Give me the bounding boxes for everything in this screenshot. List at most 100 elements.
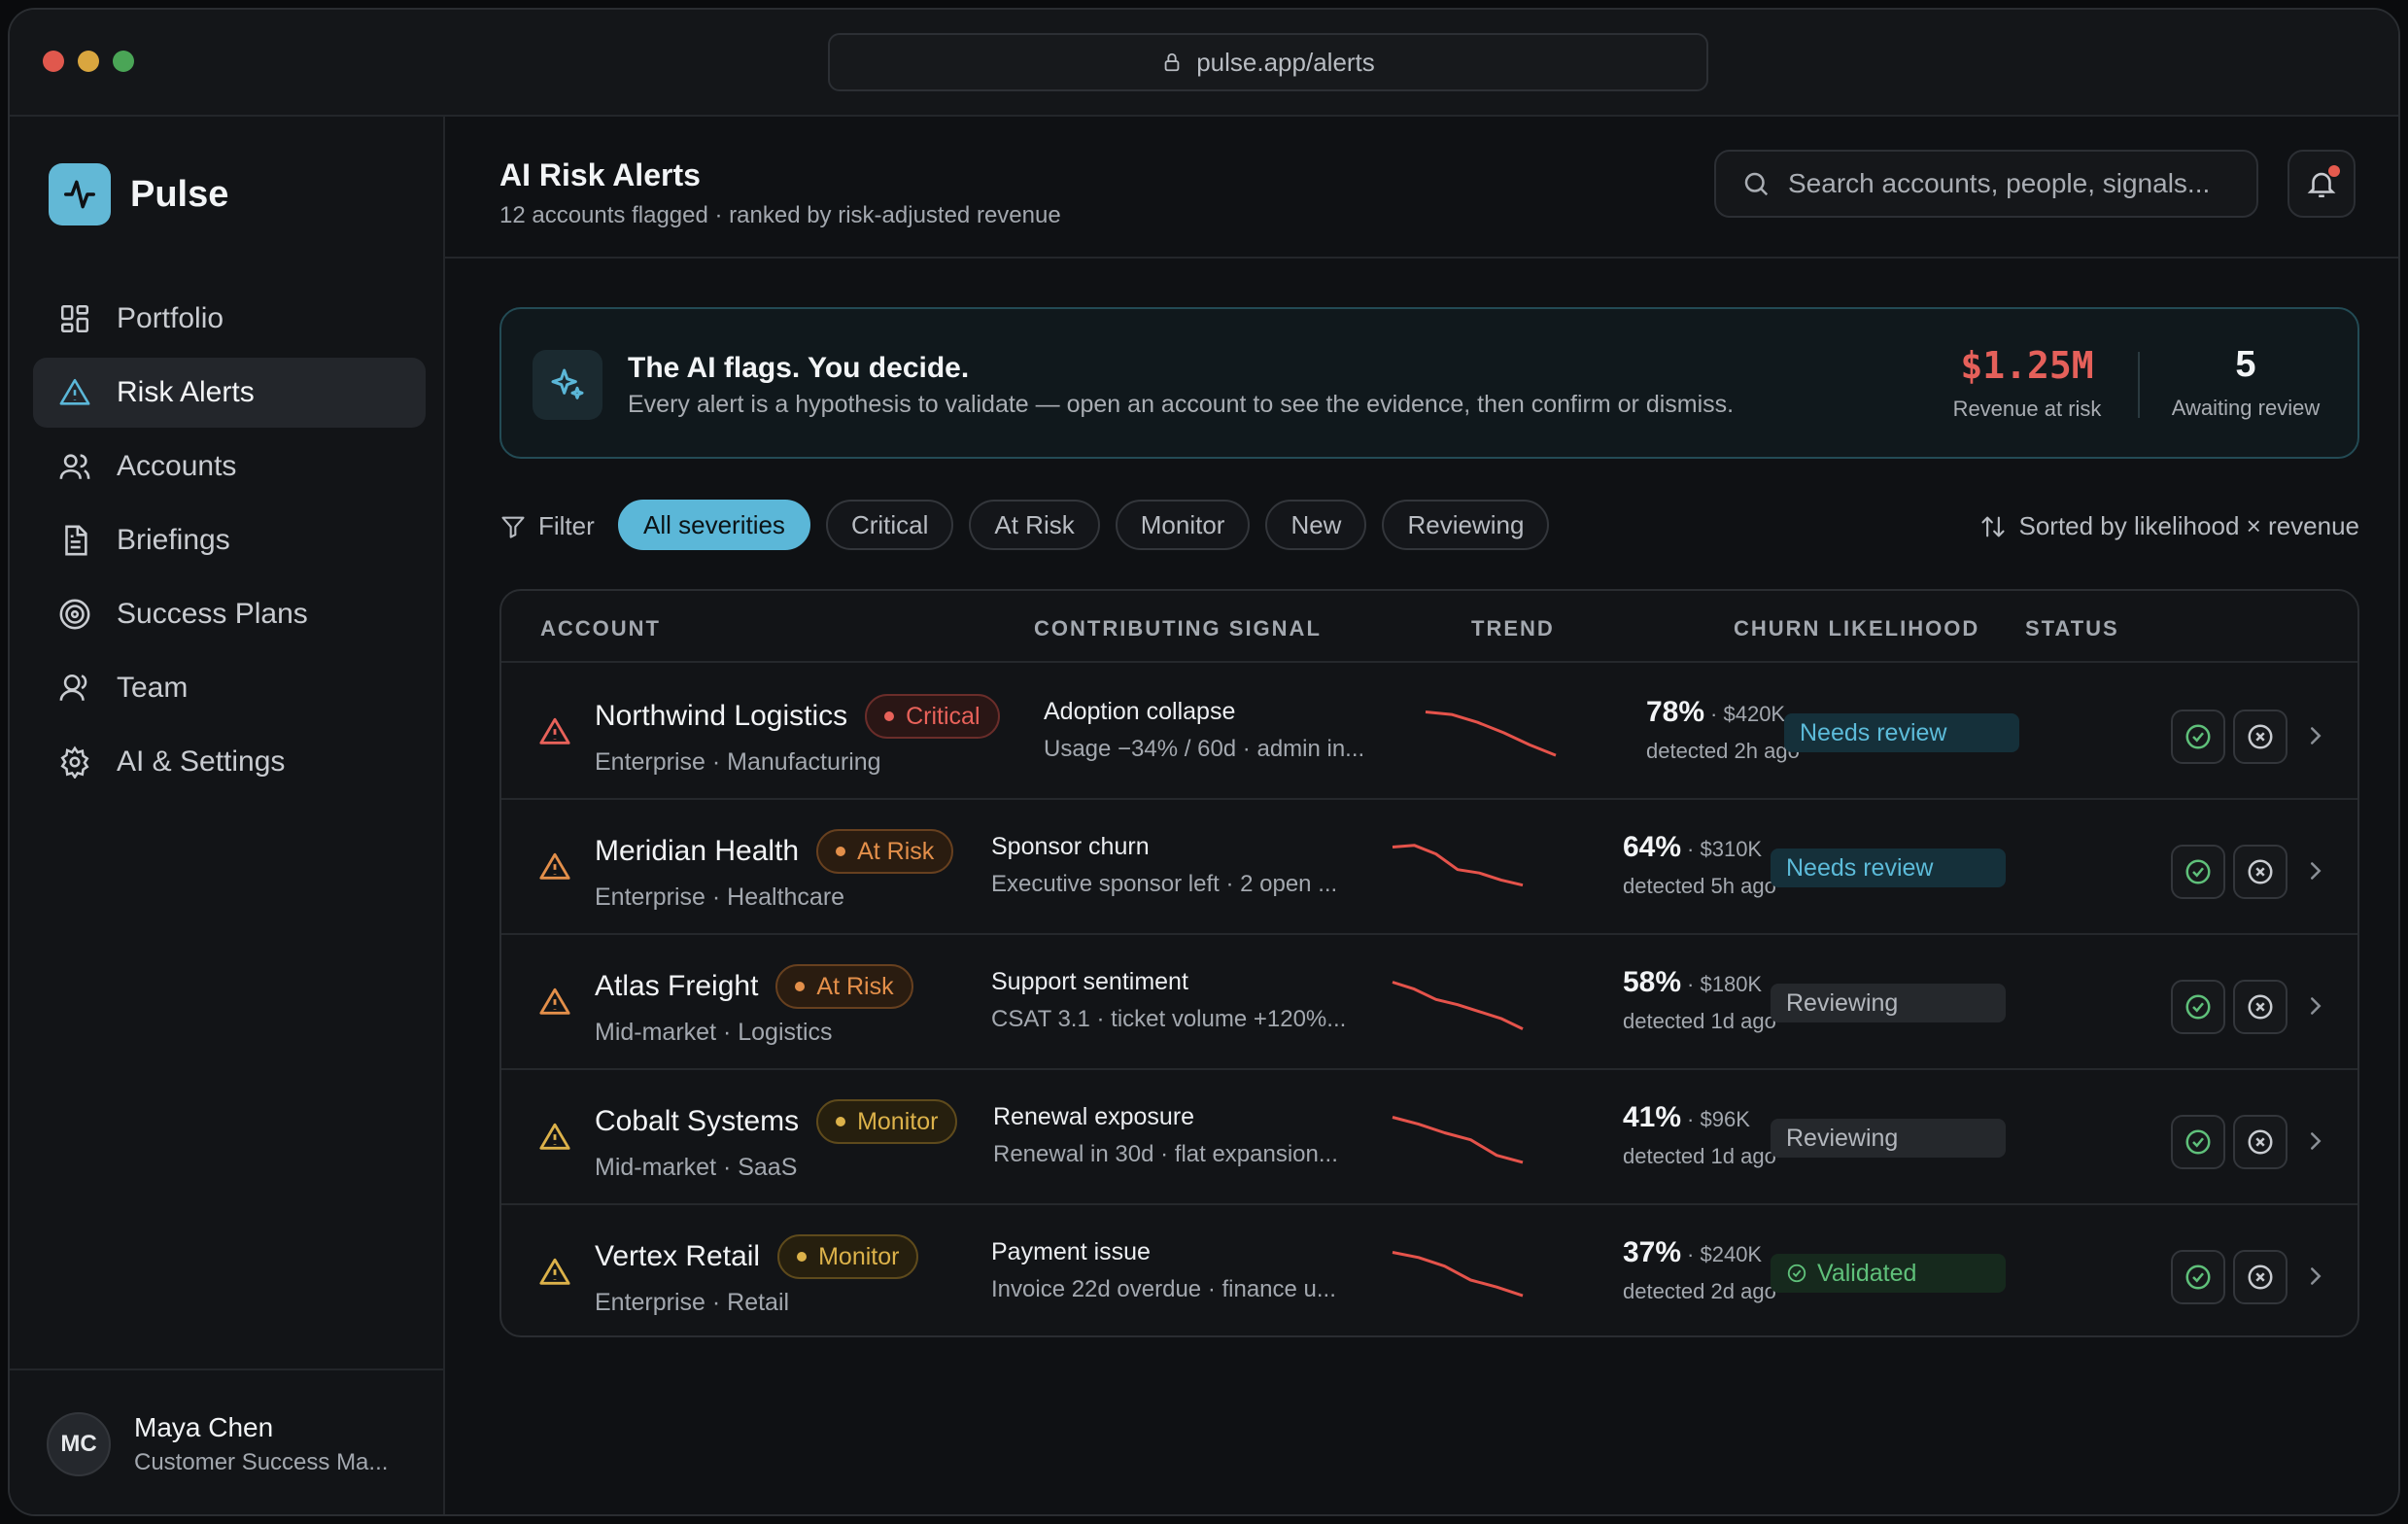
sidebar-item-success-plans[interactable]: Success Plans <box>33 579 426 649</box>
status-label: Needs review <box>1786 853 1934 882</box>
sidebar-item-briefings[interactable]: Briefings <box>33 505 426 575</box>
account-name[interactable]: Northwind Logistics <box>595 700 847 733</box>
trend-sparkline <box>1425 710 1557 757</box>
churn-percent: 58% <box>1623 966 1682 998</box>
sidebar-item-team[interactable]: Team <box>33 653 426 723</box>
filter-button[interactable]: Filter <box>499 511 595 541</box>
severity-dot <box>797 1252 808 1262</box>
account-name[interactable]: Vertex Retail <box>595 1240 760 1273</box>
trend-line <box>1392 981 1524 1030</box>
table-row[interactable]: Northwind Logistics Critical Enterprise … <box>501 665 2357 800</box>
chevron-right-icon[interactable] <box>2301 1262 2330 1291</box>
account-meta: Mid-market · SaaS <box>595 1154 798 1181</box>
signal-description: Renewal in 30d · flat expansion... <box>993 1141 1338 1167</box>
churn-percent: 64% <box>1623 831 1682 863</box>
severity-badge: Monitor <box>816 1099 958 1144</box>
revenue-amount: · $240K <box>1687 1242 1763 1266</box>
page-header: AI Risk Alerts 12 accounts flagged · ran… <box>445 117 2398 259</box>
sidebar-item-label: Accounts <box>117 450 237 482</box>
chevron-right-icon[interactable] <box>2301 991 2330 1021</box>
brand-name: Pulse <box>130 173 229 215</box>
address-bar[interactable]: pulse.app/alerts <box>828 33 1708 91</box>
signal-title: Adoption collapse <box>1044 698 1236 725</box>
account-name[interactable]: Meridian Health <box>595 835 799 868</box>
dismiss-button[interactable] <box>2233 980 2288 1034</box>
sidebar-item-ai-settings[interactable]: AI & Settings <box>33 727 426 797</box>
table-row[interactable]: Cobalt Systems Monitor Mid-market · SaaS… <box>501 1070 2357 1205</box>
close-window-button[interactable] <box>43 51 64 72</box>
chip-critical[interactable]: Critical <box>825 500 954 550</box>
detected-time: detected 1d ago <box>1623 1009 1776 1033</box>
brand[interactable]: Pulse <box>49 163 228 225</box>
severity-chips: All severities Critical At Risk Monitor … <box>618 500 1550 550</box>
detected-time: detected 1d ago <box>1623 1144 1776 1168</box>
dismiss-button[interactable] <box>2233 1250 2288 1304</box>
search-placeholder: Search accounts, people, signals... <box>1788 168 2211 198</box>
trend-line <box>1392 1116 1524 1164</box>
minimize-window-button[interactable] <box>78 51 99 72</box>
users-icon <box>59 454 90 479</box>
status-label: Reviewing <box>1786 988 1899 1017</box>
table-row[interactable]: Vertex Retail Monitor Enterprise · Retai… <box>501 1205 2357 1335</box>
chip-reviewing[interactable]: Reviewing <box>1382 500 1550 550</box>
search-input[interactable]: Search accounts, people, signals... <box>1714 150 2258 218</box>
signal-cell: Sponsor churn Executive sponsor left · 2… <box>991 833 1380 898</box>
chevron-right-icon[interactable] <box>2301 721 2330 750</box>
awaiting-review: 5 Awaiting review <box>2153 344 2338 421</box>
account-cell: Northwind Logistics Critical Enterprise … <box>595 694 1000 777</box>
chip-new[interactable]: New <box>1265 500 1367 550</box>
confirm-button[interactable] <box>2171 980 2225 1034</box>
churn-cell: 64% · $310K detected 5h ago <box>1623 831 1776 899</box>
severity-badge: Monitor <box>777 1234 919 1279</box>
user-profile[interactable]: MC Maya Chen Customer Success Ma... <box>10 1368 443 1514</box>
sidebar-item-portfolio[interactable]: Portfolio <box>33 284 426 354</box>
chevron-right-icon[interactable] <box>2301 856 2330 885</box>
banner-text: Every alert is a hypothesis to validate … <box>628 391 1735 418</box>
sparkles-icon <box>533 350 602 420</box>
account-meta: Enterprise · Healthcare <box>595 883 845 911</box>
severity-label: Critical <box>906 702 980 730</box>
dismiss-button[interactable] <box>2233 1115 2288 1169</box>
notifications-button[interactable] <box>2288 150 2356 218</box>
sidebar-item-label: Success Plans <box>117 598 308 630</box>
status-label: Needs review <box>1800 718 1947 746</box>
table-header: ACCOUNT CONTRIBUTING SIGNAL TREND CHURN … <box>501 591 2357 663</box>
sidebar-item-accounts[interactable]: Accounts <box>33 432 426 502</box>
status-badge: Needs review <box>1771 849 2006 887</box>
severity-badge: At Risk <box>816 829 954 874</box>
confirm-button[interactable] <box>2171 845 2225 899</box>
dismiss-button[interactable] <box>2233 845 2288 899</box>
chevron-right-icon[interactable] <box>2301 1126 2330 1156</box>
sidebar-item-label: Portfolio <box>117 302 224 334</box>
severity-badge: At Risk <box>775 964 913 1009</box>
revenue-amount: · $420K <box>1710 702 1786 726</box>
status-badge: Reviewing <box>1771 1119 2006 1158</box>
profile-name: Maya Chen <box>134 1412 274 1442</box>
chip-at-risk[interactable]: At Risk <box>969 500 1100 550</box>
table-row[interactable]: Meridian Health At Risk Enterprise · Hea… <box>501 800 2357 935</box>
signal-cell: Payment issue Invoice 22d overdue · fina… <box>991 1238 1380 1303</box>
chip-all-severities[interactable]: All severities <box>618 500 810 550</box>
status-badge: Needs review <box>1784 713 2019 752</box>
account-cell: Vertex Retail Monitor Enterprise · Retai… <box>595 1234 919 1317</box>
check-circle-icon <box>2185 724 2211 749</box>
app-window: pulse.app/alerts Pulse Portfolio Risk Al… <box>8 8 2400 1516</box>
target-icon <box>59 599 90 630</box>
account-meta: Enterprise · Retail <box>595 1289 790 1316</box>
account-meta: Enterprise · Manufacturing <box>595 748 881 776</box>
table-row[interactable]: Atlas Freight At Risk Mid-market · Logis… <box>501 935 2357 1070</box>
account-name[interactable]: Atlas Freight <box>595 970 758 1003</box>
signal-description: CSAT 3.1 · ticket volume +120%... <box>991 1006 1347 1032</box>
chip-monitor[interactable]: Monitor <box>1115 500 1251 550</box>
dismiss-button[interactable] <box>2233 710 2288 764</box>
signal-cell: Renewal exposure Renewal in 30d · flat e… <box>993 1103 1382 1168</box>
maximize-window-button[interactable] <box>113 51 134 72</box>
trend-sparkline <box>1392 981 1524 1030</box>
confirm-button[interactable] <box>2171 1115 2225 1169</box>
header-account: ACCOUNT <box>540 616 661 641</box>
confirm-button[interactable] <box>2171 710 2225 764</box>
confirm-button[interactable] <box>2171 1250 2225 1304</box>
account-name[interactable]: Cobalt Systems <box>595 1105 799 1138</box>
sort-control[interactable]: Sorted by likelihood × revenue <box>1979 511 2359 541</box>
sidebar-item-risk-alerts[interactable]: Risk Alerts <box>33 358 426 428</box>
